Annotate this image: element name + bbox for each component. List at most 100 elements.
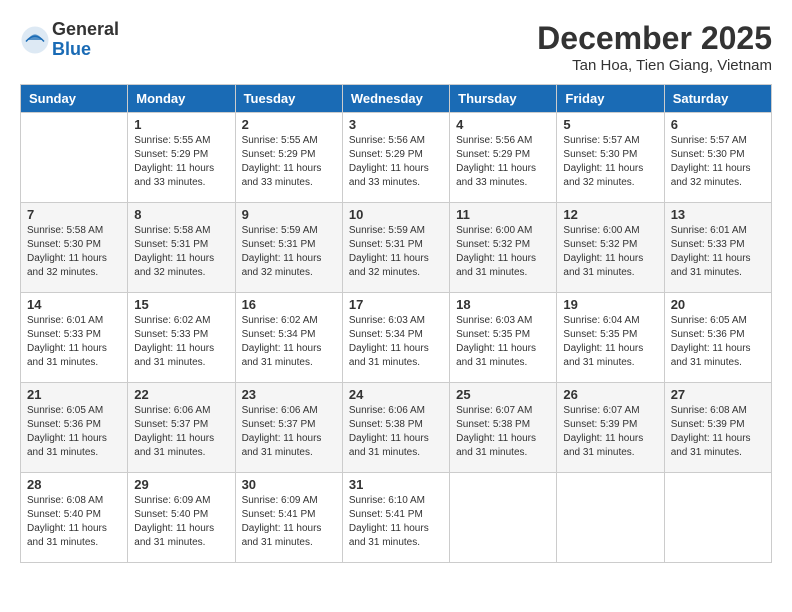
day-info: Sunrise: 5:58 AM Sunset: 5:31 PM Dayligh… [134,224,228,280]
day-number: 6 [671,117,765,132]
week-row-1: 1 Sunrise: 5:55 AM Sunset: 5:29 PM Daylig… [21,113,772,203]
day-info: Sunrise: 6:00 AM Sunset: 5:32 PM Dayligh… [456,224,550,280]
day-number: 8 [134,207,228,222]
day-cell: 9 Sunrise: 5:59 AM Sunset: 5:31 PM Daylig… [235,203,342,293]
day-number: 11 [456,207,550,222]
day-cell: 20 Sunrise: 6:05 AM Sunset: 5:36 PM Dayli… [664,293,771,383]
logo-general: General [52,20,119,40]
logo-blue: Blue [52,40,119,60]
week-row-4: 21 Sunrise: 6:05 AM Sunset: 5:36 PM Dayli… [21,383,772,473]
day-number: 3 [349,117,443,132]
day-info: Sunrise: 5:56 AM Sunset: 5:29 PM Dayligh… [456,134,550,190]
day-cell: 27Sunrise: 6:08 AM Sunset: 5:39 PM Dayli… [664,383,771,473]
day-cell: 16 Sunrise: 6:02 AM Sunset: 5:34 PM Dayli… [235,293,342,383]
day-number: 24 [349,387,443,402]
logo-text: General Blue [52,20,119,60]
week-row-3: 14 Sunrise: 6:01 AM Sunset: 5:33 PM Dayli… [21,293,772,383]
week-row-2: 7 Sunrise: 5:58 AM Sunset: 5:30 PM Daylig… [21,203,772,293]
header-thursday: Thursday [450,85,557,113]
title-section: December 2025 Tan Hoa, Tien Giang, Vietn… [537,20,772,74]
day-info: Sunrise: 6:02 AM Sunset: 5:34 PM Dayligh… [242,314,336,370]
day-cell: 22Sunrise: 6:06 AM Sunset: 5:37 PM Dayli… [128,383,235,473]
day-number: 1 [134,117,228,132]
month-title: December 2025 [537,20,772,57]
header-saturday: Saturday [664,85,771,113]
day-info: Sunrise: 6:05 AM Sunset: 5:36 PM Dayligh… [27,404,121,460]
day-info: Sunrise: 6:06 AM Sunset: 5:38 PM Dayligh… [349,404,443,460]
day-cell: 10Sunrise: 5:59 AM Sunset: 5:31 PM Dayli… [342,203,449,293]
day-number: 23 [242,387,336,402]
day-cell: 7 Sunrise: 5:58 AM Sunset: 5:30 PM Daylig… [21,203,128,293]
day-cell [557,473,664,563]
day-cell [21,113,128,203]
day-cell: 24 Sunrise: 6:06 AM Sunset: 5:38 PM Dayli… [342,383,449,473]
day-cell: 26 Sunrise: 6:07 AM Sunset: 5:39 PM Dayli… [557,383,664,473]
header-friday: Friday [557,85,664,113]
header-sunday: Sunday [21,85,128,113]
day-info: Sunrise: 6:09 AM Sunset: 5:41 PM Dayligh… [242,494,336,550]
day-cell: 25 Sunrise: 6:07 AM Sunset: 5:38 PM Dayli… [450,383,557,473]
day-number: 4 [456,117,550,132]
day-info: Sunrise: 6:08 AM Sunset: 5:40 PM Dayligh… [27,494,121,550]
day-number: 14 [27,297,121,312]
day-info: Sunrise: 6:03 AM Sunset: 5:35 PM Dayligh… [456,314,550,370]
day-number: 16 [242,297,336,312]
header-monday: Monday [128,85,235,113]
day-cell: 3 Sunrise: 5:56 AM Sunset: 5:29 PM Daylig… [342,113,449,203]
day-number: 19 [563,297,657,312]
day-number: 12 [563,207,657,222]
header-row: SundayMondayTuesdayWednesdayThursdayFrid… [21,85,772,113]
day-info: Sunrise: 5:59 AM Sunset: 5:31 PM Dayligh… [242,224,336,280]
day-cell: 8 Sunrise: 5:58 AM Sunset: 5:31 PM Daylig… [128,203,235,293]
day-number: 18 [456,297,550,312]
week-row-5: 28Sunrise: 6:08 AM Sunset: 5:40 PM Dayli… [21,473,772,563]
day-info: Sunrise: 5:58 AM Sunset: 5:30 PM Dayligh… [27,224,121,280]
day-cell: 21 Sunrise: 6:05 AM Sunset: 5:36 PM Dayli… [21,383,128,473]
day-cell: 29 Sunrise: 6:09 AM Sunset: 5:40 PM Dayli… [128,473,235,563]
day-info: Sunrise: 6:06 AM Sunset: 5:37 PM Dayligh… [242,404,336,460]
day-cell: 17Sunrise: 6:03 AM Sunset: 5:34 PM Dayli… [342,293,449,383]
day-number: 25 [456,387,550,402]
day-info: Sunrise: 6:01 AM Sunset: 5:33 PM Dayligh… [27,314,121,370]
day-number: 15 [134,297,228,312]
day-cell: 23 Sunrise: 6:06 AM Sunset: 5:37 PM Dayli… [235,383,342,473]
day-cell: 28Sunrise: 6:08 AM Sunset: 5:40 PM Dayli… [21,473,128,563]
day-number: 27 [671,387,765,402]
day-info: Sunrise: 6:07 AM Sunset: 5:39 PM Dayligh… [563,404,657,460]
day-info: Sunrise: 5:59 AM Sunset: 5:31 PM Dayligh… [349,224,443,280]
day-cell: 19 Sunrise: 6:04 AM Sunset: 5:35 PM Dayli… [557,293,664,383]
day-number: 17 [349,297,443,312]
day-info: Sunrise: 6:09 AM Sunset: 5:40 PM Dayligh… [134,494,228,550]
day-cell: 2Sunrise: 5:55 AM Sunset: 5:29 PM Daylig… [235,113,342,203]
day-info: Sunrise: 5:56 AM Sunset: 5:29 PM Dayligh… [349,134,443,190]
day-info: Sunrise: 6:01 AM Sunset: 5:33 PM Dayligh… [671,224,765,280]
day-number: 26 [563,387,657,402]
day-cell: 11 Sunrise: 6:00 AM Sunset: 5:32 PM Dayli… [450,203,557,293]
day-cell: 5Sunrise: 5:57 AM Sunset: 5:30 PM Daylig… [557,113,664,203]
header-tuesday: Tuesday [235,85,342,113]
day-info: Sunrise: 6:02 AM Sunset: 5:33 PM Dayligh… [134,314,228,370]
location: Tan Hoa, Tien Giang, Vietnam [537,57,772,74]
day-info: Sunrise: 6:10 AM Sunset: 5:41 PM Dayligh… [349,494,443,550]
day-cell: 31Sunrise: 6:10 AM Sunset: 5:41 PM Dayli… [342,473,449,563]
day-info: Sunrise: 6:05 AM Sunset: 5:36 PM Dayligh… [671,314,765,370]
day-number: 22 [134,387,228,402]
day-cell: 4 Sunrise: 5:56 AM Sunset: 5:29 PM Daylig… [450,113,557,203]
day-cell: 13Sunrise: 6:01 AM Sunset: 5:33 PM Dayli… [664,203,771,293]
logo: General Blue [20,20,119,60]
day-info: Sunrise: 6:04 AM Sunset: 5:35 PM Dayligh… [563,314,657,370]
day-number: 21 [27,387,121,402]
day-number: 30 [242,477,336,492]
day-info: Sunrise: 6:00 AM Sunset: 5:32 PM Dayligh… [563,224,657,280]
day-number: 5 [563,117,657,132]
day-number: 9 [242,207,336,222]
day-cell [450,473,557,563]
day-info: Sunrise: 5:55 AM Sunset: 5:29 PM Dayligh… [134,134,228,190]
day-info: Sunrise: 6:07 AM Sunset: 5:38 PM Dayligh… [456,404,550,460]
day-number: 7 [27,207,121,222]
day-number: 20 [671,297,765,312]
day-cell: 12 Sunrise: 6:00 AM Sunset: 5:32 PM Dayli… [557,203,664,293]
day-cell: 14 Sunrise: 6:01 AM Sunset: 5:33 PM Dayli… [21,293,128,383]
logo-icon [20,25,50,55]
day-number: 29 [134,477,228,492]
